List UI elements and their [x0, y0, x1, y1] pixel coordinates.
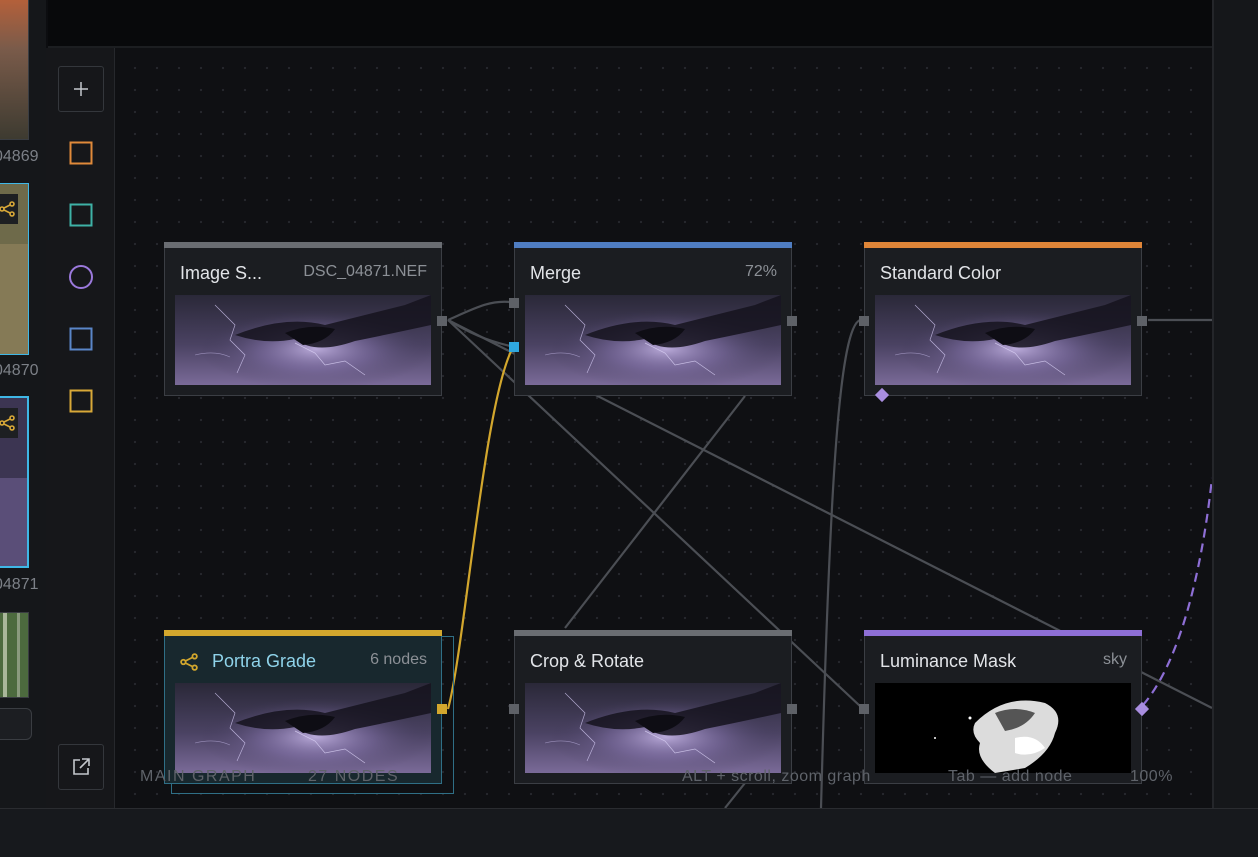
graph-badge [0, 194, 18, 224]
io-node-tool[interactable] [58, 316, 104, 362]
node-accent-bar [164, 630, 442, 636]
node-preview-image [525, 683, 781, 773]
node-group-portra-grade[interactable]: Portra Grade 6 nodes [164, 630, 447, 784]
output-port[interactable] [787, 316, 797, 326]
node-image-source[interactable]: Image S... DSC_04871.NEF [164, 242, 447, 396]
zoom-level[interactable]: 100% [1130, 768, 1173, 786]
graph-badge [0, 408, 18, 438]
external-link-icon [73, 758, 90, 775]
node-title: Standard Color [880, 263, 1002, 283]
tool-rail [46, 48, 115, 808]
node-accent-bar [514, 242, 792, 248]
node-title: Portra Grade [212, 651, 317, 671]
color-node-tool[interactable] [58, 130, 104, 176]
blue-square-icon [69, 327, 93, 351]
node-title: Image S... [180, 263, 263, 283]
add-node-hint: Tab — add node [948, 768, 1073, 785]
input-port[interactable] [859, 316, 869, 326]
filmstrip-search-field[interactable] [0, 708, 32, 740]
output-port[interactable] [1137, 316, 1147, 326]
export-button[interactable] [58, 744, 104, 790]
input-port[interactable] [509, 704, 519, 714]
node-filename: DSC_04871.NEF [303, 263, 427, 280]
wire[interactable] [564, 395, 746, 629]
wire[interactable] [724, 782, 746, 808]
node-title: Luminance Mask [880, 651, 1017, 671]
node-standard-color[interactable]: Standard Color [859, 242, 1147, 403]
detail-node-tool[interactable] [58, 192, 104, 238]
graph-icon [180, 653, 198, 671]
node-preview-image [525, 295, 781, 385]
node-accent-bar [864, 630, 1142, 636]
wire-mask-output[interactable] [1142, 477, 1212, 706]
yellow-square-icon [69, 389, 93, 413]
orange-square-icon [69, 141, 93, 165]
right-panel [1212, 0, 1258, 808]
node-count-badge: 6 nodes [370, 651, 427, 668]
top-panel [48, 0, 1212, 48]
wire[interactable] [819, 318, 861, 808]
node-count-label: 27 NODES [308, 768, 400, 785]
input-port[interactable] [859, 704, 869, 714]
node-accent-bar [514, 630, 792, 636]
output-port[interactable] [437, 704, 447, 714]
output-port[interactable] [437, 316, 447, 326]
graph-icon [0, 415, 15, 431]
node-accent-bar [164, 242, 442, 248]
filmstrip-thumbnail[interactable] [0, 0, 29, 140]
mask-node-tool[interactable] [58, 254, 104, 300]
teal-square-icon [69, 203, 93, 227]
group-node-tool[interactable] [58, 378, 104, 424]
input-port-active[interactable] [509, 342, 519, 352]
node-mask-target: sky [1103, 651, 1127, 668]
node-blend-percent: 72% [744, 263, 777, 280]
filmstrip-label: 04869 [0, 148, 39, 165]
node-crop-rotate[interactable]: Crop & Rotate [509, 630, 797, 784]
graph-name-label: MAIN GRAPH [140, 768, 257, 785]
filmstrip-label: 04871 [0, 576, 39, 593]
wire-group-output[interactable] [446, 343, 516, 710]
node-title: Merge [530, 263, 582, 283]
graph-icon [0, 201, 15, 217]
input-port[interactable] [509, 298, 519, 308]
filmstrip: 04869 04870 04871 [0, 0, 46, 808]
purple-circle-icon [69, 265, 93, 289]
wire[interactable] [447, 300, 511, 322]
filmstrip-thumbnail[interactable] [0, 612, 29, 698]
filmstrip-label: 04870 [0, 362, 39, 379]
node-preview-image [875, 295, 1131, 385]
node-luminance-mask[interactable]: Luminance Mask sky [859, 630, 1150, 784]
zoom-hint: ALT + scroll, zoom graph [682, 768, 871, 785]
node-accent-bar [864, 242, 1142, 248]
node-preview-image [175, 295, 431, 385]
add-node-button[interactable] [58, 66, 104, 112]
plus-icon [74, 82, 88, 96]
node-title: Crop & Rotate [530, 651, 645, 671]
output-port[interactable] [787, 704, 797, 714]
node-preview-image [175, 683, 431, 773]
node-graph-canvas[interactable]: Image S... DSC_04871.NEF Merge 72% Stand… [115, 48, 1212, 808]
node-preview-mask [875, 683, 1131, 773]
node-merge[interactable]: Merge 72% [509, 242, 797, 396]
bottom-bar [0, 808, 1258, 857]
